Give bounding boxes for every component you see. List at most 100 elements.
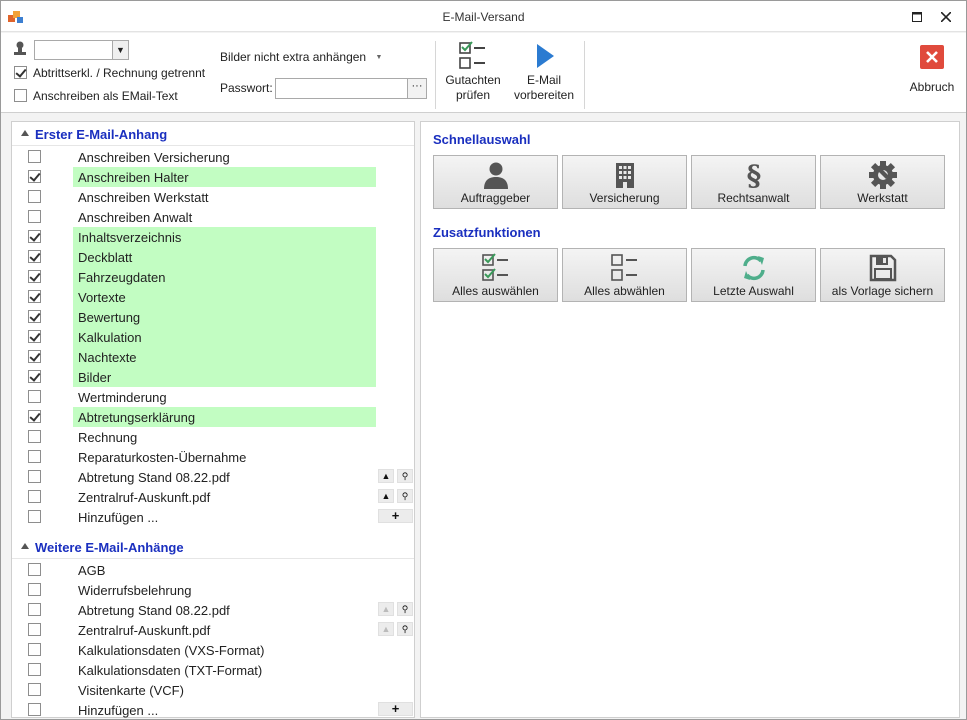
- move-up-button[interactable]: ▲: [378, 622, 394, 636]
- item-checkbox[interactable]: [28, 210, 41, 223]
- item-checkbox[interactable]: [28, 510, 41, 523]
- list-item[interactable]: Kalkulation: [12, 327, 414, 347]
- collapse-triangle-icon[interactable]: [21, 543, 29, 549]
- item-checkbox[interactable]: [28, 150, 41, 163]
- preview-button[interactable]: ⚲: [397, 469, 413, 483]
- list-item[interactable]: Fahrzeugdaten: [12, 267, 414, 287]
- item-checkbox[interactable]: [28, 450, 41, 463]
- maximize-button[interactable]: [907, 7, 927, 27]
- list-item[interactable]: AGB: [12, 560, 414, 580]
- item-label: Anschreiben Werkstatt: [78, 190, 209, 205]
- item-checkbox[interactable]: [28, 603, 41, 616]
- ellipsis-button[interactable]: ···: [407, 79, 426, 98]
- list-item[interactable]: Anschreiben Werkstatt: [12, 187, 414, 207]
- item-label: Widerrufsbelehrung: [78, 583, 192, 598]
- item-checkbox[interactable]: [28, 390, 41, 403]
- list-item[interactable]: Zentralruf-Auskunft.pdf ▲ ⚲: [12, 487, 414, 507]
- list-item[interactable]: Zentralruf-Auskunft.pdf ▲ ⚲: [12, 620, 414, 640]
- list-item[interactable]: Visitenkarte (VCF): [12, 680, 414, 700]
- person-combo[interactable]: ▼: [34, 40, 129, 60]
- list-item[interactable]: Widerrufsbelehrung: [12, 580, 414, 600]
- alles-auswählen-label: Alles auswählen: [452, 284, 539, 298]
- list-item[interactable]: Kalkulationsdaten (TXT-Format): [12, 660, 414, 680]
- list-item[interactable]: Rechnung: [12, 427, 414, 447]
- move-up-button[interactable]: ▲: [378, 469, 394, 483]
- item-checkbox[interactable]: [28, 563, 41, 576]
- list-item[interactable]: Anschreiben Versicherung: [12, 147, 414, 167]
- list-item[interactable]: Abtretung Stand 08.22.pdf ▲ ⚲: [12, 467, 414, 487]
- add-button[interactable]: +: [378, 509, 413, 523]
- email-text-checkbox[interactable]: [14, 89, 27, 102]
- item-label: Bilder: [78, 370, 112, 385]
- item-checkbox[interactable]: [28, 310, 41, 323]
- list-item[interactable]: Abtretungserklärung: [12, 407, 414, 427]
- versicherung-button[interactable]: Versicherung: [562, 155, 687, 209]
- list-item[interactable]: Bewertung: [12, 307, 414, 327]
- item-checkbox[interactable]: [28, 330, 41, 343]
- list-item[interactable]: Anschreiben Halter: [12, 167, 414, 187]
- collapse-triangle-icon[interactable]: [21, 130, 29, 136]
- list-item[interactable]: Abtretung Stand 08.22.pdf ▲ ⚲: [12, 600, 414, 620]
- item-checkbox[interactable]: [28, 643, 41, 656]
- item-label: Visitenkarte (VCF): [78, 683, 184, 698]
- item-checkbox[interactable]: [28, 663, 41, 676]
- close-button[interactable]: [936, 7, 956, 27]
- preview-button[interactable]: ⚲: [397, 622, 413, 636]
- list-item[interactable]: Hinzufügen ... +: [12, 700, 414, 720]
- alles-abwählen-button[interactable]: Alles abwählen: [562, 248, 687, 302]
- list-item[interactable]: Wertminderung: [12, 387, 414, 407]
- item-checkbox[interactable]: [28, 230, 41, 243]
- alles-auswählen-button[interactable]: Alles auswählen: [433, 248, 558, 302]
- list-item[interactable]: Deckblatt: [12, 247, 414, 267]
- svg-text:§: §: [746, 160, 761, 190]
- check-report-button[interactable]: Gutachten prüfen: [441, 41, 505, 107]
- list-item[interactable]: Nachtexte: [12, 347, 414, 367]
- move-up-button[interactable]: ▲: [378, 489, 394, 503]
- item-checkbox[interactable]: [28, 623, 41, 636]
- item-checkbox[interactable]: [28, 430, 41, 443]
- list-item[interactable]: Reparaturkosten-Übernahme: [12, 447, 414, 467]
- item-checkbox[interactable]: [28, 250, 41, 263]
- item-checkbox[interactable]: [28, 170, 41, 183]
- item-checkbox[interactable]: [28, 270, 41, 283]
- als-vorlage-sichern-button[interactable]: als Vorlage sichern: [820, 248, 945, 302]
- more-attachments-header[interactable]: Weitere E-Mail-Anhänge: [12, 535, 414, 559]
- item-checkbox[interactable]: [28, 290, 41, 303]
- cancel-button[interactable]: Abbruch: [901, 41, 963, 107]
- letzte-auswahl-button[interactable]: Letzte Auswahl: [691, 248, 816, 302]
- list-item[interactable]: Hinzufügen ... +: [12, 507, 414, 527]
- list-item[interactable]: Bilder: [12, 367, 414, 387]
- prepare-email-button[interactable]: E-Mail vorbereiten: [509, 41, 579, 107]
- auftraggeber-button[interactable]: Auftraggeber: [433, 155, 558, 209]
- password-field[interactable]: ···: [275, 78, 427, 99]
- item-label: Abtretung Stand 08.22.pdf: [78, 470, 230, 485]
- item-checkbox[interactable]: [28, 410, 41, 423]
- item-checkbox[interactable]: [28, 703, 41, 716]
- item-checkbox[interactable]: [28, 583, 41, 596]
- images-mode-value: Bilder nicht extra anhängen: [220, 50, 367, 64]
- abtritt-checkbox[interactable]: [14, 66, 27, 79]
- list-item[interactable]: Anschreiben Anwalt: [12, 207, 414, 227]
- werkstatt-button[interactable]: Werkstatt: [820, 155, 945, 209]
- first-attachment-header[interactable]: Erster E-Mail-Anhang: [12, 122, 414, 146]
- item-checkbox[interactable]: [28, 190, 41, 203]
- item-label: Kalkulationsdaten (VXS-Format): [78, 643, 265, 658]
- item-checkbox[interactable]: [28, 470, 41, 483]
- item-checkbox[interactable]: [28, 350, 41, 363]
- move-up-button[interactable]: ▲: [378, 602, 394, 616]
- rechtsanwalt-button[interactable]: § Rechtsanwalt: [691, 155, 816, 209]
- alles-abwählen-label: Alles abwählen: [584, 284, 665, 298]
- add-button[interactable]: +: [378, 702, 413, 716]
- item-label: Vortexte: [78, 290, 126, 305]
- preview-button[interactable]: ⚲: [397, 602, 413, 616]
- list-item[interactable]: Inhaltsverzeichnis: [12, 227, 414, 247]
- list-item[interactable]: Vortexte: [12, 287, 414, 307]
- item-checkbox[interactable]: [28, 683, 41, 696]
- list-item[interactable]: Kalkulationsdaten (VXS-Format): [12, 640, 414, 660]
- item-checkbox[interactable]: [28, 490, 41, 503]
- chevron-down-icon[interactable]: ▼: [112, 41, 128, 59]
- images-mode-dropdown[interactable]: Bilder nicht extra anhängen ▼: [220, 50, 382, 64]
- item-checkbox[interactable]: [28, 370, 41, 383]
- toolbar-divider: [584, 41, 585, 109]
- preview-button[interactable]: ⚲: [397, 489, 413, 503]
